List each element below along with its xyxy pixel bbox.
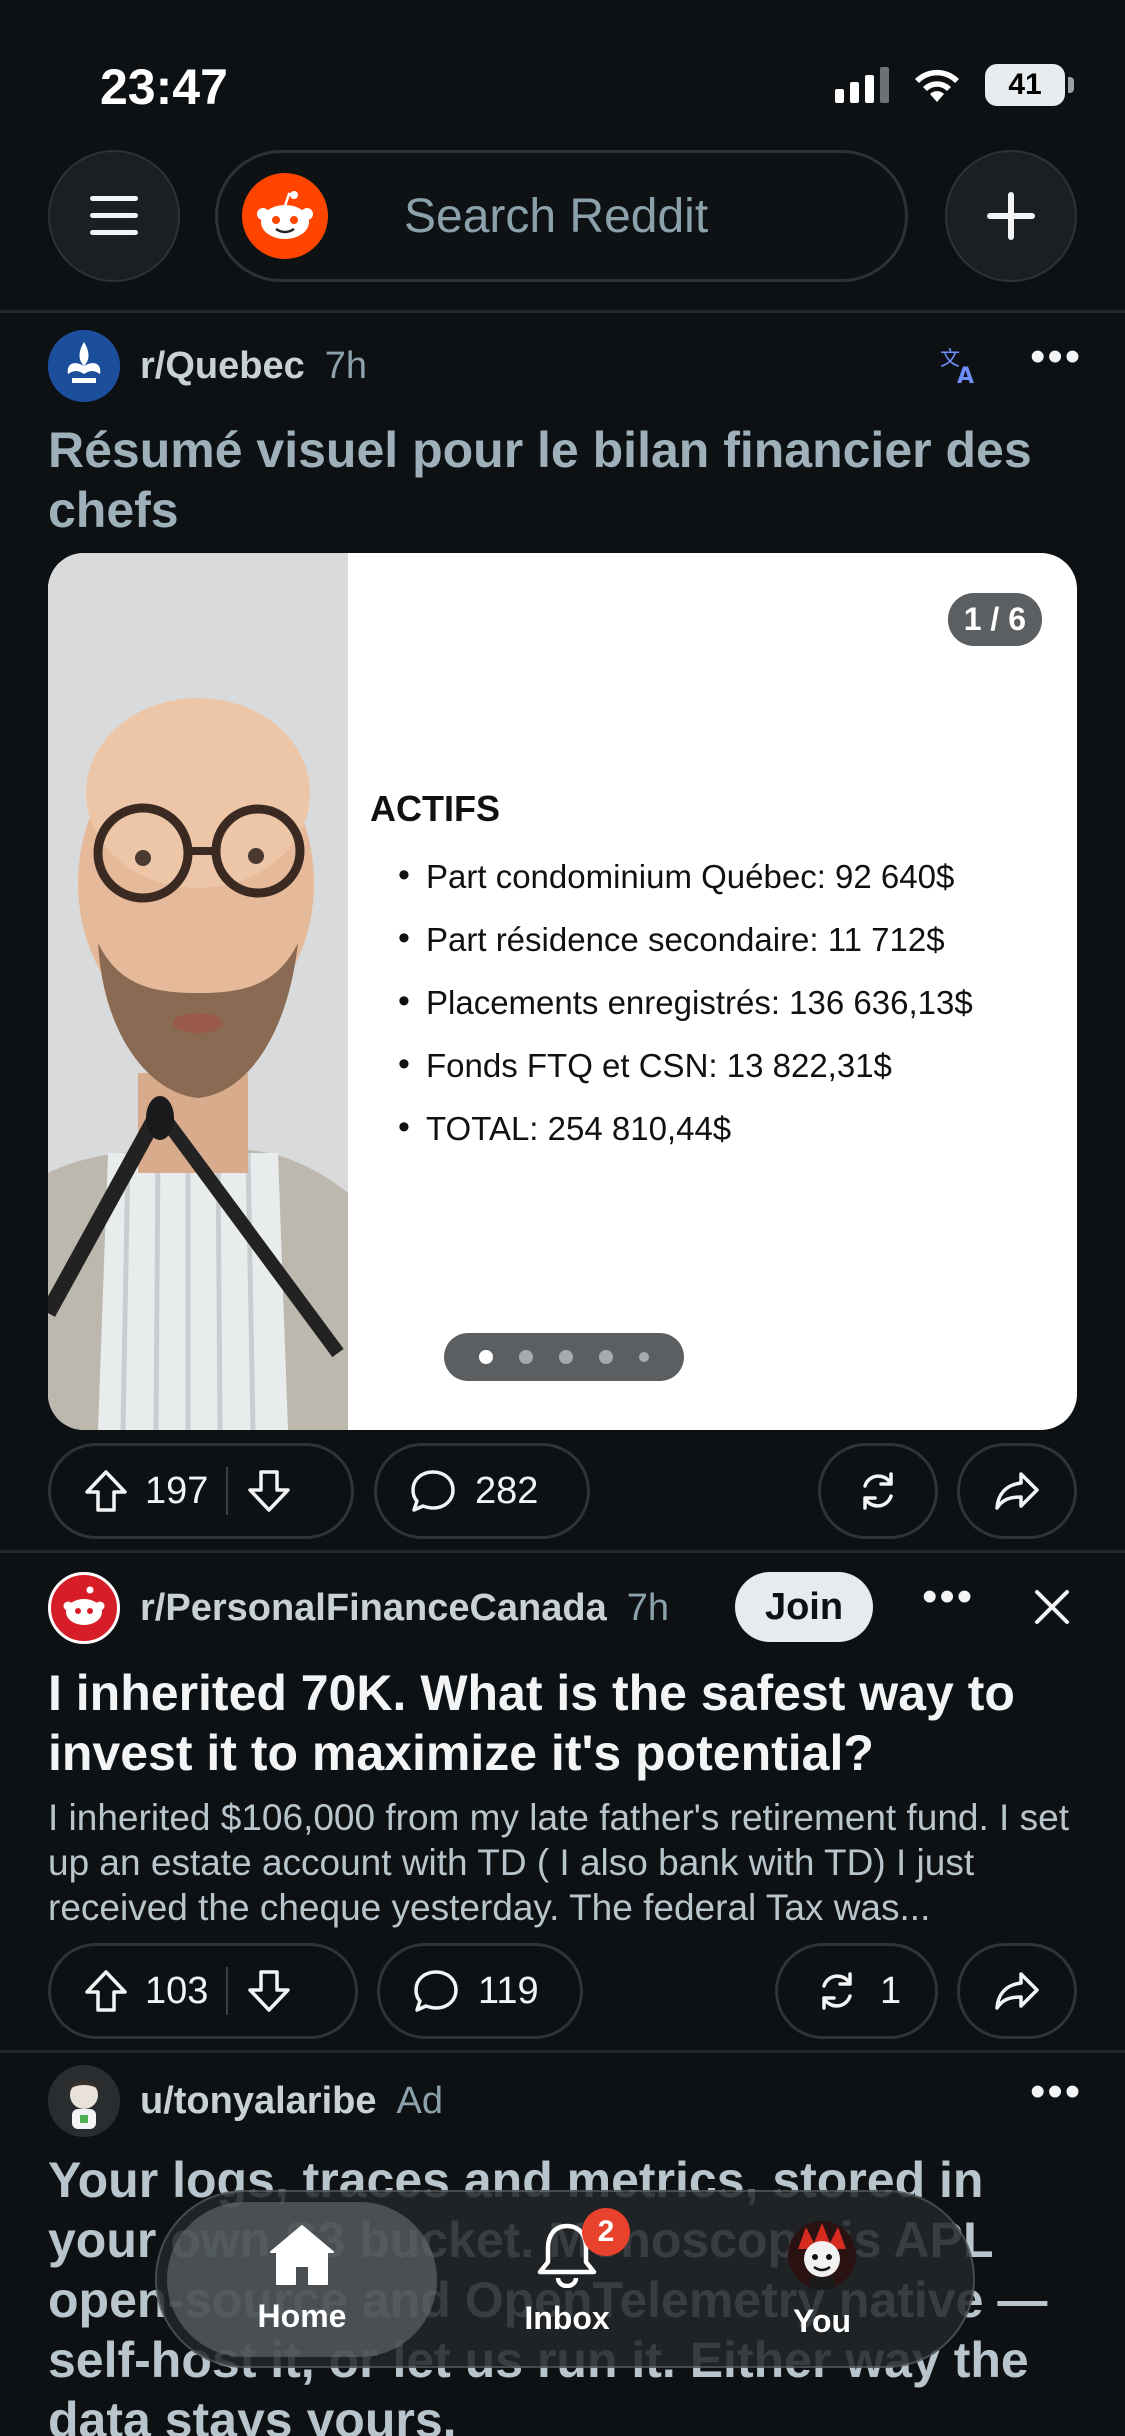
slide-list-item: Fonds FTQ et CSN: 13 822,31$: [398, 1045, 973, 1110]
upvote-icon[interactable]: [83, 1468, 129, 1514]
crosspost-button[interactable]: [818, 1443, 938, 1539]
more-options-icon[interactable]: •••: [1030, 2067, 1082, 2117]
status-icons: 41: [835, 64, 1074, 106]
share-icon: [995, 1472, 1039, 1510]
post-divider: [0, 2050, 1125, 2053]
author-name[interactable]: u/tonyalaribe: [140, 2080, 377, 2123]
slide-heading: ACTIFS: [370, 788, 500, 829]
tab-you[interactable]: You: [702, 2192, 942, 2366]
cellular-signal-icon: [835, 67, 889, 103]
comments-button[interactable]: 119: [377, 1943, 583, 2039]
post-age: 7h: [324, 344, 368, 387]
slide-counter: 1 / 6: [947, 593, 1042, 646]
carousel-dot: [639, 1352, 649, 1362]
slide-list: Part condominium Québec: 92 640$ Part ré…: [398, 856, 973, 1173]
tab-home[interactable]: Home: [167, 2202, 437, 2357]
tab-label: You: [792, 2302, 852, 2339]
translate-icon[interactable]: 文 A: [940, 345, 980, 385]
comment-icon: [414, 1970, 458, 2012]
user-avatar[interactable]: [48, 2065, 120, 2137]
tab-label: Home: [257, 2298, 347, 2334]
vote-control: 197: [48, 1443, 354, 1539]
join-button[interactable]: Join: [735, 1572, 873, 1642]
menu-button[interactable]: [48, 150, 180, 282]
wifi-icon: [915, 69, 959, 102]
plus-icon: [987, 192, 1035, 240]
comment-count: 282: [475, 1469, 539, 1512]
hamburger-icon: [90, 196, 138, 235]
post-divider: [0, 1550, 1125, 1553]
post-title[interactable]: I inherited 70K. What is the safest way …: [48, 1663, 1078, 1783]
comment-count: 119: [478, 1969, 539, 2012]
crosspost-button[interactable]: 1: [775, 1943, 938, 2039]
subreddit-name[interactable]: r/PersonalFinanceCanada: [140, 1587, 607, 1630]
carousel-dot: [599, 1350, 613, 1364]
post-title[interactable]: Résumé visuel pour le bilan financier de…: [48, 420, 1078, 540]
carousel-dots[interactable]: [444, 1333, 684, 1381]
carousel-dot: [479, 1350, 493, 1364]
status-time: 23:47: [100, 59, 228, 115]
create-post-button[interactable]: [945, 150, 1077, 282]
person-photo: [48, 553, 348, 1430]
svg-text:A: A: [957, 364, 974, 385]
nav-divider: [0, 310, 1125, 313]
share-button[interactable]: [957, 1443, 1077, 1539]
bottom-tab-bar: Home Inbox 2 You: [155, 2190, 975, 2368]
reddit-logo-icon: [242, 173, 328, 259]
post-age: 7h: [626, 1586, 670, 1629]
carousel-dot: [519, 1350, 533, 1364]
battery-icon: 41: [985, 64, 1074, 106]
slide-list-item: Part condominium Québec: 92 640$: [398, 856, 973, 921]
crosspost-icon: [822, 1972, 852, 2010]
slide-list-item: Part résidence secondaire: 11 712$: [398, 919, 973, 984]
tab-label: Inbox: [524, 2299, 610, 2336]
downvote-icon[interactable]: [246, 1468, 292, 1514]
post-header: u/tonyalaribe Ad: [48, 2065, 443, 2137]
upvote-count: 197: [145, 1469, 209, 1512]
more-options-icon[interactable]: •••: [922, 1572, 974, 1622]
ad-label: Ad: [396, 2079, 443, 2122]
comment-icon: [411, 1470, 455, 1512]
crosspost-icon: [863, 1472, 893, 1510]
search-input[interactable]: Search Reddit: [404, 189, 708, 244]
carousel-dot: [559, 1350, 573, 1364]
post-header: r/PersonalFinanceCanada 7h: [48, 1572, 669, 1644]
subreddit-avatar[interactable]: [48, 330, 120, 402]
subreddit-avatar[interactable]: [48, 1572, 120, 1644]
subreddit-name[interactable]: r/Quebec: [140, 345, 305, 388]
upvote-count: 103: [145, 1969, 209, 2012]
notification-badge: 2: [582, 2208, 630, 2256]
post-header: r/Quebec 7h: [48, 330, 367, 402]
share-button[interactable]: [957, 1943, 1077, 2039]
close-icon[interactable]: [1033, 1588, 1071, 1626]
upvote-icon[interactable]: [83, 1968, 129, 2014]
search-bar[interactable]: Search Reddit: [215, 150, 908, 282]
slide-list-item: TOTAL: 254 810,44$: [398, 1108, 973, 1173]
downvote-icon[interactable]: [246, 1968, 292, 2014]
home-icon: [270, 2225, 334, 2285]
slide-list-item: Placements enregistrés: 136 636,13$: [398, 982, 973, 1047]
share-icon: [995, 1972, 1039, 2010]
post-body-preview[interactable]: I inherited $106,000 from my late father…: [48, 1795, 1078, 1930]
user-avatar-icon: [788, 2220, 856, 2289]
tab-inbox[interactable]: Inbox 2: [447, 2192, 687, 2366]
vote-control: 103: [48, 1943, 358, 2039]
image-carousel[interactable]: 1 / 6 ACTIFS Part condominium Québec: 92…: [48, 553, 1077, 1430]
comments-button[interactable]: 282: [374, 1443, 590, 1539]
crosspost-count: 1: [880, 1969, 902, 2012]
more-options-icon[interactable]: •••: [1030, 332, 1082, 382]
